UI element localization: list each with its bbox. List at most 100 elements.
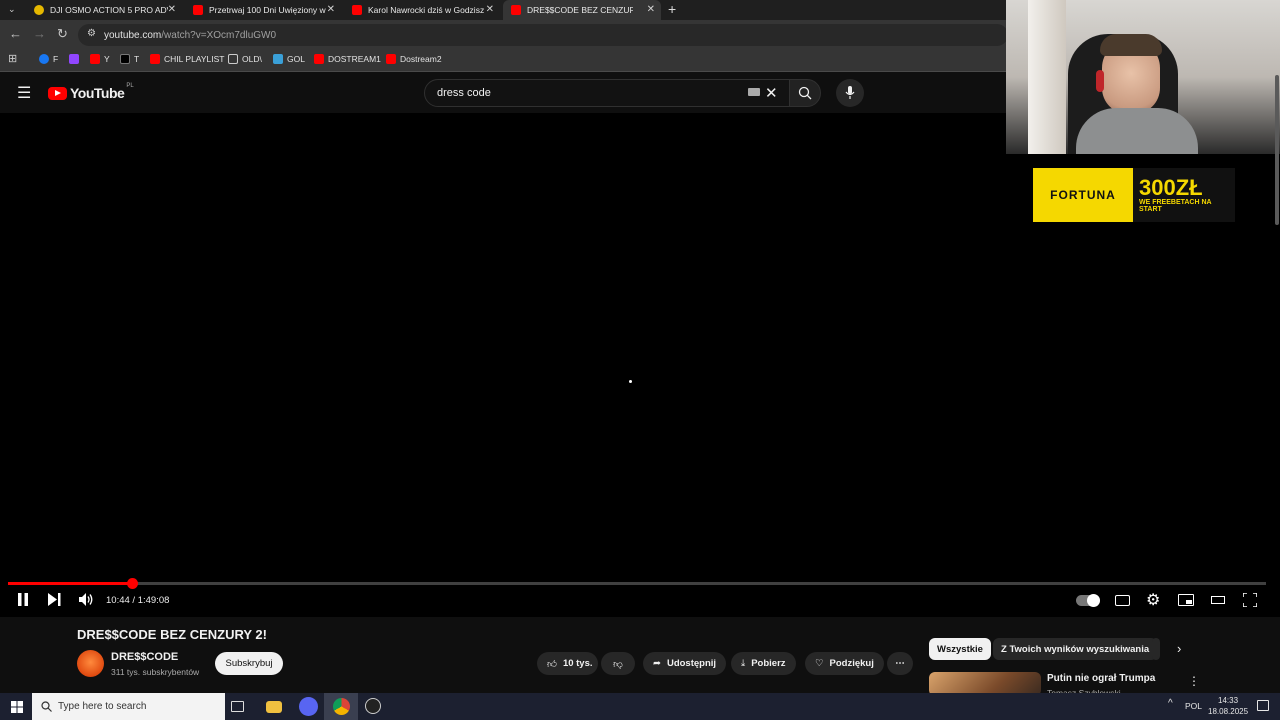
tab-title: Karol Nawrocki dziś w Godzisz xyxy=(368,5,485,15)
settings-gear-icon[interactable]: ⚙ xyxy=(1146,590,1160,610)
streamer-hair xyxy=(1100,34,1162,56)
like-button[interactable]: 👍︎ 10 tys. xyxy=(537,652,598,675)
notifications-icon[interactable] xyxy=(1257,700,1269,711)
tab-close-icon[interactable]: ✕ xyxy=(327,4,335,15)
download-button[interactable]: ⤓ Pobierz xyxy=(731,652,796,675)
voice-search-button[interactable] xyxy=(836,79,864,107)
page-scrollbar[interactable] xyxy=(1275,75,1279,225)
tray-chevron-up-icon[interactable]: ^ xyxy=(1168,698,1173,709)
dji-favicon-icon xyxy=(34,5,44,15)
fullscreen-button[interactable] xyxy=(1242,592,1258,610)
bookmark-item[interactable]: DOSTREAM1 xyxy=(314,54,381,64)
tab-close-icon[interactable]: ✕ xyxy=(486,4,494,15)
country-code: PL xyxy=(126,83,134,89)
download-label: Pobierz xyxy=(751,658,786,669)
thanks-label: Podziękuj xyxy=(829,658,874,669)
clear-search-icon[interactable]: ✕ xyxy=(765,84,778,102)
x-icon xyxy=(120,54,130,64)
download-icon: ⤓ xyxy=(741,658,746,669)
url-host: youtube.com xyxy=(104,29,162,41)
browser-tab-active[interactable]: DRE$$CODE BEZ CENZURY 2! ✕ xyxy=(503,0,661,20)
task-view-icon[interactable] xyxy=(231,701,244,712)
bookmark-label: GOL xyxy=(287,54,305,64)
channel-avatar[interactable] xyxy=(77,650,104,677)
bookmark-item[interactable]: Y xyxy=(90,54,110,64)
search-input[interactable]: dress code ✕ xyxy=(424,79,790,107)
miniplayer-button[interactable] xyxy=(1178,594,1194,606)
browser-tab[interactable]: DJI OSMO ACTION 5 PRO ADV ✕ xyxy=(26,0,182,20)
reload-icon[interactable]: ↻ xyxy=(57,26,68,42)
back-arrow-icon[interactable]: ← xyxy=(9,26,22,41)
fullscreen-icon xyxy=(1242,592,1258,608)
bookmark-label: OLD\ xyxy=(242,54,262,64)
forward-arrow-icon[interactable]: → xyxy=(33,26,46,41)
bookmark-item[interactable]: Dostream2 xyxy=(386,54,442,64)
skip-next-icon xyxy=(48,593,61,606)
address-bar[interactable]: ⚙ youtube.com/watch?v=XOcm7dluGW0 xyxy=(78,24,1008,46)
pause-button[interactable] xyxy=(17,593,29,609)
next-button[interactable] xyxy=(48,593,61,609)
menu-hamburger-icon[interactable]: ☰ xyxy=(17,83,31,103)
youtube-icon xyxy=(90,54,100,64)
bookmark-label: T xyxy=(134,54,140,64)
bookmark-item[interactable]: GOL xyxy=(273,54,305,64)
youtube-favicon-icon xyxy=(193,5,203,15)
progress-bar[interactable] xyxy=(8,578,1266,589)
more-vertical-icon[interactable]: ⋮ xyxy=(1188,674,1200,688)
subtitles-button[interactable] xyxy=(1115,595,1130,606)
scrubber-handle[interactable] xyxy=(126,578,138,589)
theater-mode-button[interactable] xyxy=(1211,596,1225,604)
video-title: DRE$$CODE BEZ CENZURY 2! xyxy=(77,627,267,642)
app-icon[interactable] xyxy=(365,698,381,714)
tab-search-chevron-icon[interactable]: ⌄ xyxy=(8,4,16,15)
progress-bar-played xyxy=(8,582,132,585)
chip-from-search[interactable]: Z Twoich wyników wyszukiwania xyxy=(993,638,1158,660)
folder-icon xyxy=(228,54,238,64)
tab-close-icon[interactable]: ✕ xyxy=(168,4,176,15)
volume-button[interactable] xyxy=(79,593,94,609)
autoplay-toggle[interactable] xyxy=(1076,594,1100,607)
share-button[interactable]: ➦ Udostępnij xyxy=(643,652,727,675)
system-clock[interactable]: 14:33 18.08.2025 xyxy=(1208,695,1248,717)
windows-start-icon[interactable] xyxy=(11,701,23,713)
taskbar-search-box[interactable]: Type here to search xyxy=(32,693,225,720)
apps-grid-icon[interactable]: ⊞ xyxy=(8,52,17,65)
keyboard-icon[interactable] xyxy=(748,88,760,96)
browser-tab[interactable]: Karol Nawrocki dziś w Godzisz ✕ xyxy=(344,0,500,20)
bookmark-folder[interactable]: OLD\ xyxy=(228,54,262,64)
subscribe-button[interactable]: Subskrybuj xyxy=(215,652,283,675)
headphone-left xyxy=(1096,70,1104,92)
share-arrow-icon: ➦ xyxy=(653,658,661,669)
tab-title: DJI OSMO ACTION 5 PRO ADV xyxy=(50,5,168,15)
discord-icon[interactable] xyxy=(299,697,318,716)
search-button[interactable] xyxy=(789,79,821,107)
bookmark-label: F xyxy=(53,54,59,64)
chevron-right-icon[interactable]: › xyxy=(1177,641,1181,656)
time-display: 10:44 / 1:49:08 xyxy=(106,595,170,606)
thanks-button[interactable]: ♡ Podziękuj xyxy=(805,652,884,675)
youtube-logo[interactable]: YouTube PL xyxy=(48,83,134,101)
suggested-video-title[interactable]: Putin nie ograł Trumpa xyxy=(1047,673,1155,684)
chip-all[interactable]: Wszystkie xyxy=(929,638,991,660)
browser-tab[interactable]: Przetrwaj 100 Dni Uwięziony w ✕ xyxy=(185,0,341,20)
twitch-icon xyxy=(69,54,79,64)
new-tab-button[interactable]: + xyxy=(668,1,676,17)
youtube-play-logo-icon xyxy=(48,86,67,100)
channel-name[interactable]: DRE$$CODE xyxy=(111,651,178,663)
more-actions-button[interactable]: ⋯ xyxy=(887,652,913,675)
clock-time: 14:33 xyxy=(1218,696,1239,705)
tab-close-icon[interactable]: ✕ xyxy=(647,4,655,15)
chip-partial[interactable] xyxy=(1152,638,1160,660)
dislike-button[interactable]: 👎︎ xyxy=(601,652,635,675)
pause-icon xyxy=(18,593,28,606)
bookmark-item[interactable] xyxy=(69,54,83,64)
bookmark-label: Y xyxy=(104,54,110,64)
keyboard-language[interactable]: POL xyxy=(1185,701,1202,711)
file-explorer-icon[interactable] xyxy=(266,701,282,713)
bookmark-item[interactable]: T xyxy=(120,54,139,64)
bookmark-item[interactable]: F xyxy=(39,54,58,64)
bookmark-item[interactable]: CHIL PLAYLIST xyxy=(150,54,224,64)
youtube-logo-text: YouTube xyxy=(70,85,125,101)
site-info-icon[interactable]: ⚙ xyxy=(87,28,96,39)
gol-icon xyxy=(273,54,283,64)
